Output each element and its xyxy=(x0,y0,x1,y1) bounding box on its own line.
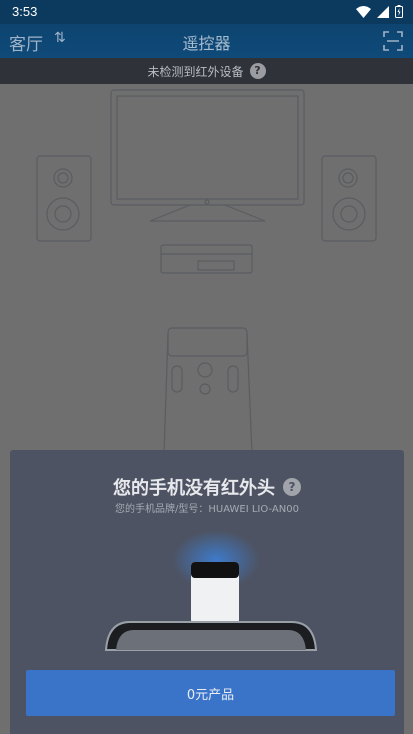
set-top-box-icon xyxy=(160,244,253,274)
page-title: 遥控器 xyxy=(182,34,231,53)
ir-adapter-illustration xyxy=(104,530,318,651)
status-time: 3:53 xyxy=(12,4,38,19)
dialog-heading: 您的手机没有红外头 ? xyxy=(10,474,404,500)
phone-model-text: 您的手机品牌/型号：HUAWEI LIO-AN00 xyxy=(115,504,299,515)
tv-icon xyxy=(110,89,305,222)
remote-control-icon xyxy=(163,327,253,454)
app-bar: 客厅 ⇅ 遥控器 xyxy=(0,24,413,58)
devices-illustration xyxy=(36,89,377,454)
signal-icon xyxy=(377,5,389,18)
help-icon[interactable]: ? xyxy=(249,63,266,79)
wifi-icon xyxy=(356,5,371,18)
dialog-title: 您的手机没有红外头 xyxy=(113,478,275,499)
ir-notice-bar: 未检测到红外设备 ? xyxy=(0,58,413,84)
help-icon[interactable]: ? xyxy=(283,478,301,496)
scan-icon[interactable] xyxy=(383,31,403,51)
right-speaker-icon xyxy=(321,155,377,242)
status-bar: 3:53 xyxy=(0,0,413,24)
notice-text: 未检测到红外设备 xyxy=(147,64,244,79)
zero-yuan-product-button[interactable]: 0元产品 xyxy=(26,670,395,716)
dialog-footer xyxy=(10,716,404,734)
battery-icon xyxy=(395,5,403,18)
status-icons xyxy=(356,5,403,18)
left-speaker-icon xyxy=(36,155,92,242)
